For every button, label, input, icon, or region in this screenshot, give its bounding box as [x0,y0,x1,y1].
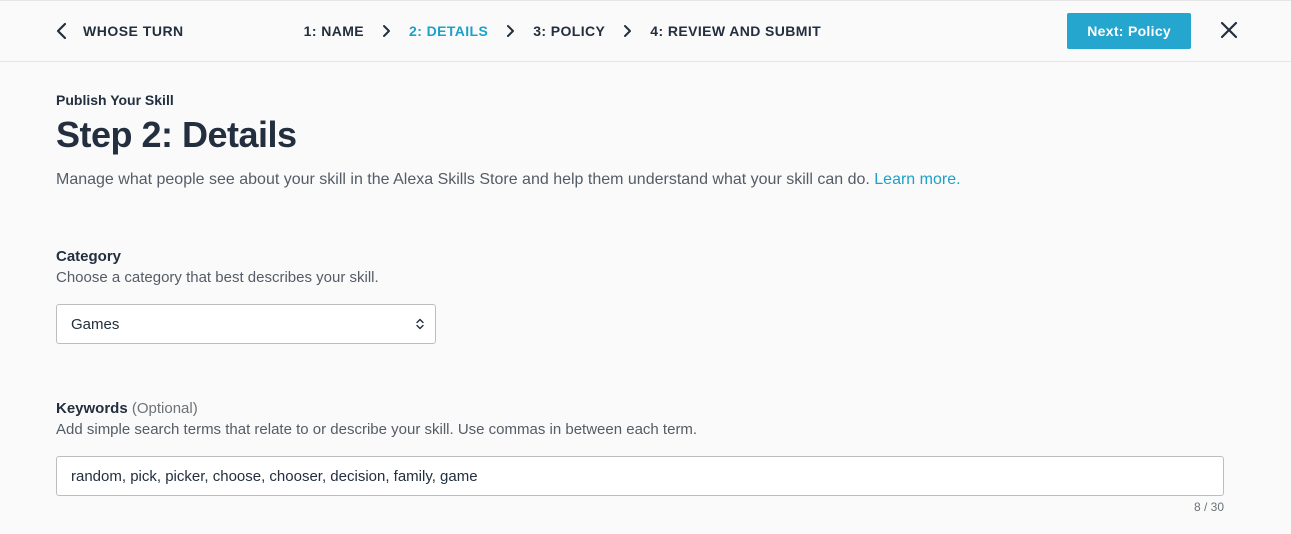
keywords-input[interactable] [56,456,1224,496]
crumb-policy[interactable]: 3: POLICY [533,23,605,39]
crumb-review[interactable]: 4: REVIEW AND SUBMIT [650,23,821,39]
category-select-wrap: Games [56,304,436,344]
page-kicker: Publish Your Skill [56,92,1224,108]
breadcrumb: 1: NAME 2: DETAILS 3: POLICY 4: REVIEW A… [304,23,821,39]
keywords-field: Keywords (Optional) Add simple search te… [56,400,1224,514]
chevron-left-icon [56,22,67,40]
keywords-label-row: Keywords (Optional) [56,400,1224,417]
crumb-details[interactable]: 2: DETAILS [409,23,488,39]
topbar-actions: Next: Policy [1067,13,1243,49]
topbar: WHOSE TURN 1: NAME 2: DETAILS 3: POLICY … [0,0,1291,62]
chevron-right-icon [382,24,391,38]
category-label-row: Category [56,248,1224,265]
category-field: Category Choose a category that best des… [56,248,1224,344]
close-icon [1219,20,1239,43]
next-button[interactable]: Next: Policy [1067,13,1191,49]
crumb-name[interactable]: 1: NAME [304,23,364,39]
lead-text: Manage what people see about your skill … [56,171,874,188]
category-select[interactable]: Games [56,304,436,344]
keywords-help: Add simple search terms that relate to o… [56,421,1224,438]
keywords-label: Keywords [56,400,128,417]
back-label: WHOSE TURN [83,23,184,39]
chevron-right-icon [623,24,632,38]
back-button[interactable]: WHOSE TURN [56,22,184,40]
keywords-counter: 8 / 30 [56,500,1224,514]
chevron-right-icon [506,24,515,38]
close-button[interactable] [1215,16,1243,47]
learn-more-link[interactable]: Learn more. [874,171,960,188]
category-help: Choose a category that best describes yo… [56,269,1224,286]
main-content: Publish Your Skill Step 2: Details Manag… [0,62,1280,534]
keywords-optional: (Optional) [128,400,198,417]
page-lead: Manage what people see about your skill … [56,168,1224,192]
page-title: Step 2: Details [56,114,1224,156]
category-label: Category [56,248,121,265]
